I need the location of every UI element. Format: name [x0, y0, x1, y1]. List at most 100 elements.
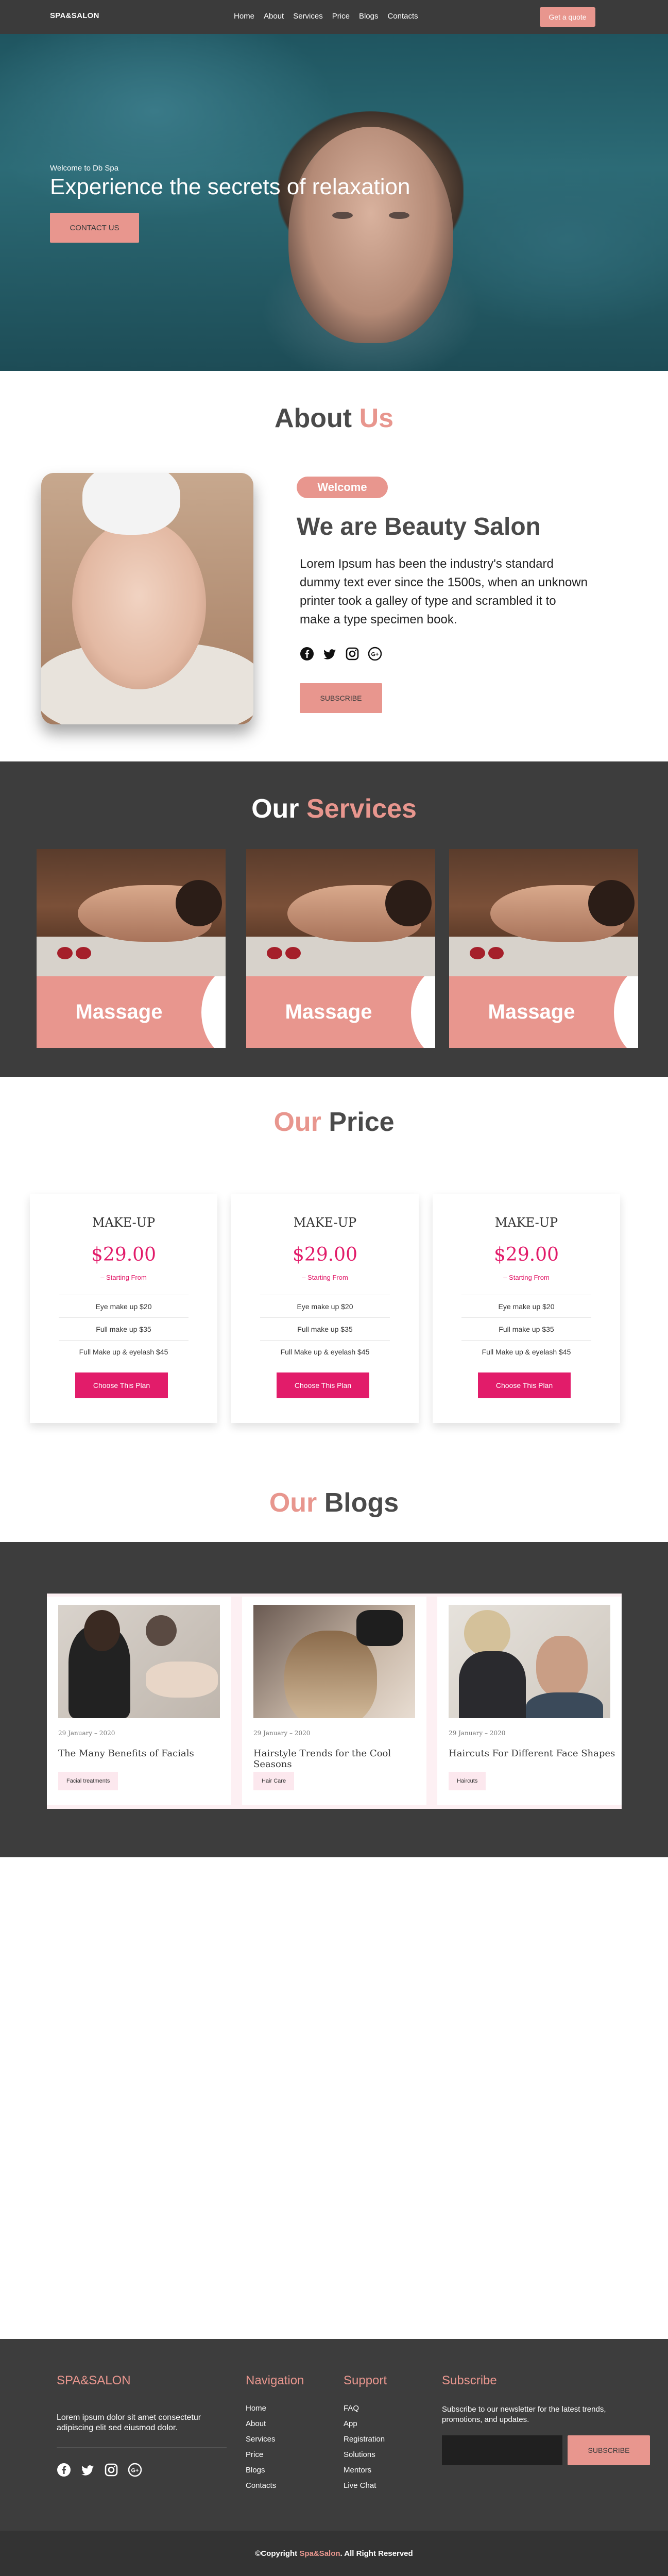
blog-title[interactable]: The Many Benefits of Facials [58, 1748, 194, 1759]
blog-image-figure [84, 1610, 120, 1651]
facebook-icon[interactable] [300, 647, 314, 661]
main-menu: Home About Services Price Blogs Contacts [234, 12, 418, 21]
footer-support-solutions[interactable]: Solutions [344, 2447, 385, 2463]
footer-navigation-list: Home About Services Price Blogs Contacts [246, 2401, 276, 2494]
price-card: MAKE-UP $29.00 – Starting From Eye make … [231, 1194, 419, 1423]
about-social-links: G+ [300, 647, 382, 661]
footer-social-links: G+ [57, 2463, 142, 2477]
blog-title[interactable]: Hairstyle Trends for the Cool Seasons [253, 1748, 426, 1770]
footer-nav-contacts[interactable]: Contacts [246, 2478, 276, 2494]
blog-card[interactable]: 29 January – 2020 Haircuts For Different… [437, 1597, 622, 1805]
footer-support-faq[interactable]: FAQ [344, 2401, 385, 2416]
service-image [449, 849, 638, 978]
plan-features: Eye make up $20 Full make up $35 Full Ma… [260, 1295, 390, 1363]
newsletter-subscribe-button[interactable]: SUBSCRIBE [568, 2435, 650, 2465]
services-section: Our Services Massage Massage Massage [0, 761, 668, 1077]
service-label: Massage [285, 1001, 372, 1023]
blog-tag[interactable]: Facial treatments [58, 1772, 118, 1790]
instagram-icon[interactable] [345, 647, 359, 661]
about-photo-glove [82, 473, 180, 535]
footer-divider [57, 2447, 227, 2448]
plan-features: Eye make up $20 Full make up $35 Full Ma… [59, 1295, 189, 1363]
price-card: MAKE-UP $29.00 – Starting From Eye make … [433, 1194, 620, 1423]
blog-image-figure [526, 1692, 603, 1718]
service-image-hair [588, 880, 635, 926]
svg-text:G+: G+ [371, 652, 379, 658]
google-plus-icon[interactable]: G+ [128, 2463, 142, 2477]
facebook-icon[interactable] [57, 2463, 71, 2477]
footer-support-registration[interactable]: Registration [344, 2432, 385, 2447]
plan-feature: Full make up $35 [59, 1317, 189, 1340]
service-card[interactable]: Massage [37, 849, 226, 1048]
blog-title[interactable]: Haircuts For Different Face Shapes [449, 1748, 615, 1759]
nav-contacts[interactable]: Contacts [387, 12, 418, 21]
blog-image-figure [356, 1610, 403, 1646]
blog-image [253, 1605, 415, 1718]
plan-feature: Full Make up & eyelash $45 [461, 1340, 591, 1363]
plan-feature: Eye make up $20 [260, 1295, 390, 1317]
footer-nav-services[interactable]: Services [246, 2432, 276, 2447]
service-label-band: Massage [37, 976, 226, 1048]
blog-image-figure [464, 1610, 510, 1656]
hero-section: Welcome to Db Spa Experience the secrets… [0, 34, 668, 371]
service-image-candle [267, 947, 282, 959]
service-image-candle [470, 947, 485, 959]
nav-services[interactable]: Services [293, 12, 323, 21]
service-curve-decoration [201, 976, 226, 1048]
footer-support-app[interactable]: App [344, 2416, 385, 2432]
service-image-candle [76, 947, 91, 959]
price-card: MAKE-UP $29.00 – Starting From Eye make … [30, 1194, 217, 1423]
blogs-section-title: Our Blogs [0, 1487, 668, 1518]
service-image-hair [176, 880, 222, 926]
google-plus-icon[interactable]: G+ [368, 647, 382, 661]
service-curve-decoration [614, 976, 638, 1048]
blog-tag[interactable]: Haircuts [449, 1772, 486, 1790]
choose-plan-button[interactable]: Choose This Plan [75, 1372, 168, 1398]
blog-image [58, 1605, 220, 1718]
copyright-brand: Spa&Salon [299, 2549, 340, 2558]
service-card[interactable]: Massage [449, 849, 638, 1048]
top-navbar: SPA&SALON Home About Services Price Blog… [0, 0, 668, 34]
about-title-part1: About [274, 403, 359, 433]
footer-nav-about[interactable]: About [246, 2416, 276, 2432]
blog-date: 29 January – 2020 [449, 1730, 506, 1737]
blog-tag[interactable]: Hair Care [253, 1772, 295, 1790]
nav-blogs[interactable]: Blogs [359, 12, 379, 21]
nav-about[interactable]: About [264, 12, 284, 21]
service-image-candle [488, 947, 504, 959]
service-image-candle [285, 947, 301, 959]
about-subscribe-button[interactable]: SUBSCRIBE [300, 683, 382, 713]
instagram-icon[interactable] [104, 2463, 118, 2477]
about-title-accent: Us [359, 403, 394, 433]
footer-nav-price[interactable]: Price [246, 2447, 276, 2463]
blogs-title-part1: Our [269, 1488, 324, 1518]
twitter-icon[interactable] [322, 647, 337, 661]
blog-card[interactable]: 29 January – 2020 The Many Benefits of F… [47, 1597, 231, 1805]
choose-plan-button[interactable]: Choose This Plan [478, 1372, 571, 1398]
footer-support-title: Support [344, 2374, 387, 2387]
services-section-title: Our Services [0, 793, 668, 824]
about-heading: We are Beauty Salon [297, 513, 541, 540]
newsletter-email-input[interactable] [442, 2435, 562, 2465]
footer-support-live-chat[interactable]: Live Chat [344, 2478, 385, 2494]
plan-price: $29.00 [293, 1244, 357, 1265]
choose-plan-button[interactable]: Choose This Plan [277, 1372, 369, 1398]
nav-price[interactable]: Price [332, 12, 350, 21]
brand-logo[interactable]: SPA&SALON [50, 11, 99, 20]
contact-us-button[interactable]: CONTACT US [50, 213, 139, 243]
price-title-part1: Our [273, 1107, 329, 1137]
twitter-icon[interactable] [80, 2463, 95, 2477]
blog-card[interactable]: 29 January – 2020 Hairstyle Trends for t… [242, 1597, 426, 1805]
service-card[interactable]: Massage [246, 849, 435, 1048]
plan-starting-from: – Starting From [100, 1274, 147, 1281]
nav-home[interactable]: Home [234, 12, 254, 21]
footer-nav-blogs[interactable]: Blogs [246, 2463, 276, 2478]
hero-image-eye [389, 212, 409, 219]
footer-support-mentors[interactable]: Mentors [344, 2463, 385, 2478]
service-image [246, 849, 435, 978]
plan-feature: Eye make up $20 [59, 1295, 189, 1317]
plan-feature: Full Make up & eyelash $45 [260, 1340, 390, 1363]
get-quote-button[interactable]: Get a quote [540, 7, 595, 27]
footer-nav-home[interactable]: Home [246, 2401, 276, 2416]
blog-date: 29 January – 2020 [58, 1730, 115, 1737]
